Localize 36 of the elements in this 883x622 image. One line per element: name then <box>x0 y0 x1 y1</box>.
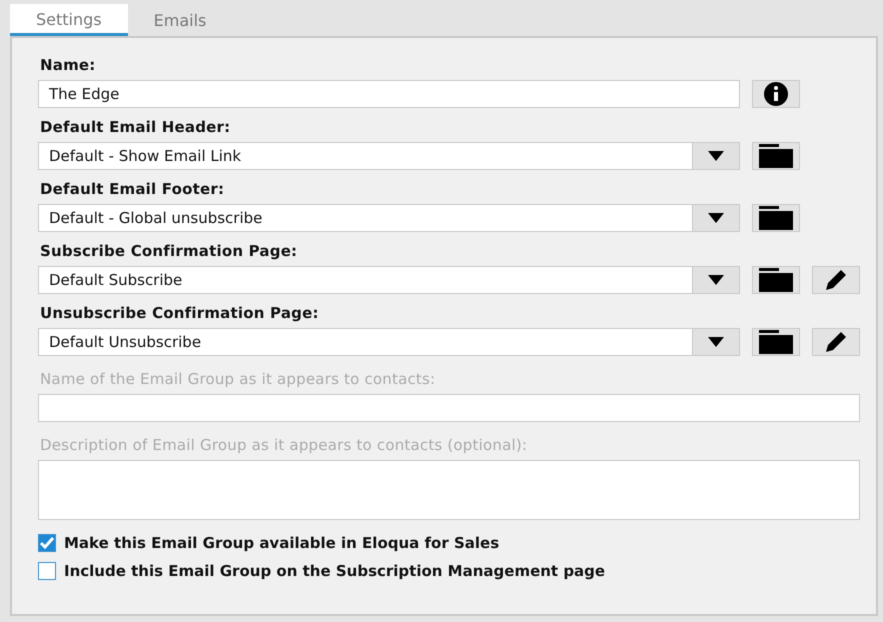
pencil-icon <box>824 268 848 292</box>
info-button[interactable] <box>752 80 800 108</box>
field-label: Description of Email Group as it appears to contacts (optional): <box>40 436 528 454</box>
info-icon <box>764 82 788 106</box>
field-label: Default Email Header: <box>40 118 232 136</box>
dropdown-field[interactable]: Default Subscribe <box>38 266 740 294</box>
tab[interactable]: Settings <box>10 4 128 36</box>
checkbox-label: Make this Email Group available in Eloqua for Sales <box>64 534 500 552</box>
tab[interactable]: Emails <box>128 4 232 36</box>
browse-button[interactable] <box>752 328 800 356</box>
dropdown-field[interactable]: Default Unsubscribe <box>38 328 740 356</box>
browse-button[interactable] <box>752 142 800 170</box>
checkbox-label: Include this Email Group on the Subscription Management page <box>64 562 606 580</box>
checkbox[interactable] <box>38 562 56 580</box>
caret-icon <box>708 337 724 347</box>
field-label: Name of the Email Group as it appears to contacts: <box>40 370 436 388</box>
field-label: Name: <box>40 56 96 74</box>
folder-icon <box>759 330 793 354</box>
field-label: Default Email Footer: <box>40 180 226 198</box>
field-label: Unsubscribe Confirmation Page: <box>40 304 320 322</box>
folder-icon <box>759 268 793 292</box>
pencil-icon <box>824 330 848 354</box>
checkbox[interactable] <box>38 534 56 552</box>
caret-icon <box>708 275 724 285</box>
browse-button[interactable] <box>752 266 800 294</box>
dropdown-field[interactable]: Default - Show Email Link <box>38 142 740 170</box>
folder-icon <box>759 206 793 230</box>
dropdown-field[interactable]: Default - Global unsubscribe <box>38 204 740 232</box>
folder-icon <box>759 144 793 168</box>
edit-button[interactable] <box>812 328 860 356</box>
field-label: Subscribe Confirmation Page: <box>40 242 298 260</box>
browse-button[interactable] <box>752 204 800 232</box>
edit-button[interactable] <box>812 266 860 294</box>
caret-icon <box>708 151 724 161</box>
caret-icon <box>708 213 724 223</box>
text-field[interactable]: The Edge <box>38 80 740 108</box>
